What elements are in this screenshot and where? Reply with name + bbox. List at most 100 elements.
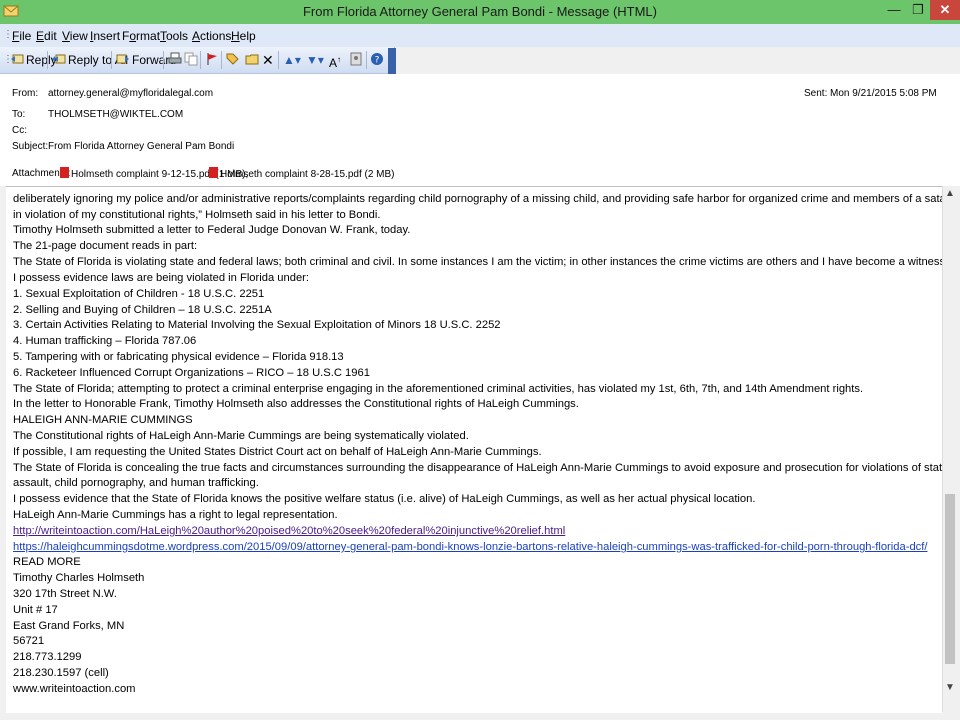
toolbar-separator	[111, 51, 112, 69]
copy-button[interactable]	[184, 51, 200, 69]
next-item-button[interactable]: ▼▾	[306, 51, 324, 69]
signature-line: www.writeintoaction.com	[13, 683, 136, 695]
subject-label: Subject:	[12, 141, 49, 152]
address-book-icon	[350, 52, 362, 66]
menu-actions[interactable]: Actions	[192, 29, 231, 43]
body-line: I possess evidence laws are being violat…	[13, 272, 310, 284]
menu-insert[interactable]: Insert	[90, 29, 120, 43]
toolbar-separator	[163, 51, 164, 69]
folder-icon	[245, 54, 259, 65]
body-line: The Constitutional rights of HaLeigh Ann…	[13, 430, 469, 442]
signature-line: 56721	[13, 635, 45, 647]
follow-up-flag-button[interactable]	[205, 51, 221, 69]
reply-all-icon	[52, 54, 66, 64]
window-title: From Florida Attorney General Pam Bondi …	[302, 4, 657, 19]
signature-line: East Grand Forks, MN	[13, 620, 125, 632]
reply-icon	[11, 54, 24, 64]
to-address[interactable]: THOLMSETH@WIKTEL.COM	[48, 109, 183, 120]
move-to-folder-button[interactable]	[245, 51, 261, 69]
toolbar-options-button[interactable]	[388, 48, 396, 74]
scroll-thumb[interactable]	[945, 494, 955, 664]
body-line: 4. Human trafficking – Florida 787.06	[13, 335, 197, 347]
delete-button[interactable]: ✕	[262, 51, 274, 69]
signature-line: 320 17th Street N.W.	[13, 588, 117, 600]
menu-help[interactable]: Help	[231, 29, 256, 43]
sent-label: Sent:	[804, 88, 828, 99]
pdf-icon	[209, 167, 218, 178]
font-size-button[interactable]: A↑	[329, 51, 342, 70]
sent-date: Mon 9/21/2015 5:08 PM	[830, 88, 937, 99]
body-line: I possess evidence that the State of Flo…	[13, 493, 756, 505]
body-line: The State of Florida is concealing the t…	[13, 462, 942, 474]
tag-icon	[226, 53, 239, 65]
from-address[interactable]: attorney.general@myfloridalegal.com	[48, 88, 213, 99]
body-line: in violation of my constitutional rights…	[13, 209, 381, 221]
body-line: The State of Florida is violating state …	[13, 256, 942, 268]
categorize-button[interactable]	[225, 51, 241, 69]
message-header: From: attorney.general@myfloridalegal.co…	[0, 74, 960, 186]
body-line: 3. Certain Activities Relating to Materi…	[13, 319, 501, 331]
body-line: 1. Sexual Exploitation of Children - 18 …	[13, 288, 265, 300]
menu-tools[interactable]: Tools	[160, 29, 188, 43]
down-arrow-icon: ▼▾	[306, 53, 324, 67]
body-line: In the letter to Honorable Frank, Timoth…	[13, 398, 579, 410]
toolbar-separator	[278, 51, 279, 69]
writeintoaction-link[interactable]: http://writeintoaction.com/HaLeigh%20aut…	[13, 525, 565, 537]
copy-icon	[184, 52, 198, 66]
up-arrow-icon: ▲▾	[283, 53, 301, 67]
forward-button[interactable]: Forward	[116, 51, 176, 69]
minimize-button[interactable]: —	[882, 0, 906, 20]
scroll-up-icon[interactable]: ▲	[943, 188, 957, 202]
cc-label: Cc:	[12, 125, 27, 136]
address-book-button[interactable]	[349, 51, 365, 69]
body-line: 2. Selling and Buying of Children – 18 U…	[13, 304, 272, 316]
close-button[interactable]: ✕	[930, 0, 960, 20]
menu-edit[interactable]: Edit	[36, 29, 57, 43]
signature-line: Unit # 17	[13, 604, 58, 616]
help-button[interactable]: ?	[370, 51, 386, 69]
title-bar: From Florida Attorney General Pam Bondi …	[0, 0, 960, 24]
restore-button[interactable]: ❐	[906, 0, 930, 20]
body-line: HaLeigh Ann-Marie Cummings has a right t…	[13, 509, 338, 521]
body-line: The State of Florida; attempting to prot…	[13, 383, 864, 395]
pdf-icon	[60, 167, 69, 178]
menu-bar: ⋮ File Edit View Insert Format Tools Act…	[0, 24, 960, 47]
scroll-down-icon[interactable]: ▼	[943, 682, 957, 696]
read-more: READ MORE	[13, 556, 81, 568]
from-label: From:	[12, 88, 39, 99]
menu-view[interactable]: View	[62, 29, 88, 43]
menu-file[interactable]: File	[12, 29, 31, 43]
body-line: HALEIGH ANN-MARIE CUMMINGS	[13, 414, 193, 426]
toolbar-separator	[221, 51, 222, 69]
font-size-icon: A↑	[329, 55, 342, 70]
previous-item-button[interactable]: ▲▾	[283, 51, 301, 69]
body-line: 6. Racketeer Influenced Corrupt Organiza…	[13, 367, 370, 379]
body-line: Timothy Holmseth submitted a letter to F…	[13, 224, 411, 236]
standard-toolbar: ⋮ Reply Reply to All Forward ✕ ▲▾ ▼▾ A↑	[0, 47, 395, 74]
body-line: The 21-page document reads in part:	[13, 240, 198, 252]
subject-text: From Florida Attorney General Pam Bondi	[48, 141, 235, 152]
flag-icon	[207, 53, 217, 65]
forward-icon	[116, 54, 129, 64]
vertical-scrollbar[interactable]: ▲ ▼	[942, 186, 957, 712]
delete-icon: ✕	[262, 52, 274, 68]
reply-button[interactable]: Reply	[10, 51, 57, 69]
toolbar-separator	[200, 51, 201, 69]
signature-line: 218.230.1597 (cell)	[13, 667, 109, 679]
to-label: To:	[12, 109, 26, 120]
help-icon: ?	[371, 53, 383, 66]
attachment-2[interactable]: Holmseth complaint 8-28-15.pdf (2 MB)	[209, 167, 395, 180]
toolbar-separator	[47, 51, 48, 69]
print-button[interactable]	[168, 51, 184, 69]
body-line: deliberately ignoring my police and/or a…	[13, 193, 942, 205]
body-line: assault, child pornography, and human tr…	[13, 477, 259, 489]
wordpress-link[interactable]: https://haleighcummingsdotme.wordpress.c…	[13, 541, 927, 553]
svg-text:?: ?	[375, 56, 380, 66]
signature-line: Timothy Charles Holmseth	[13, 572, 145, 584]
body-line: 5. Tampering with or fabricating physica…	[13, 351, 344, 363]
menu-format[interactable]: Format	[122, 29, 160, 43]
toolbar-separator	[366, 51, 367, 69]
message-body[interactable]: deliberately ignoring my police and/or a…	[6, 186, 942, 713]
body-line: If possible, I am requesting the United …	[13, 446, 542, 458]
signature-line: 218.773.1299	[13, 651, 82, 663]
